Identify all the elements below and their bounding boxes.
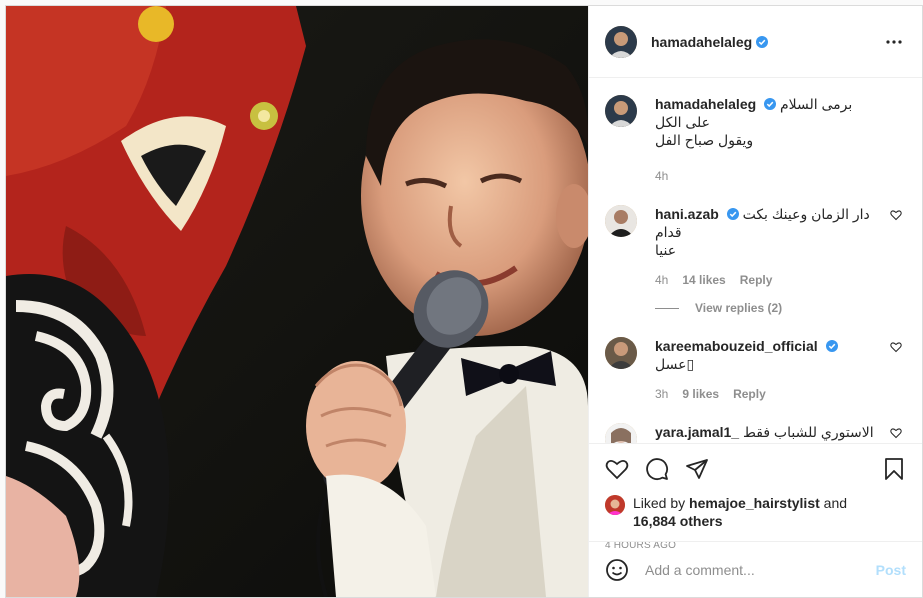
comment-likes[interactable]: 9 likes [682, 387, 719, 401]
more-options-icon[interactable] [882, 30, 906, 54]
avatar-image [605, 205, 637, 237]
likes-count[interactable]: 16,884 others [633, 513, 723, 529]
reply-button[interactable]: Reply [740, 273, 773, 287]
comment-text-line1: الاستوري للشباب فقط [742, 424, 874, 440]
caption-time[interactable]: 4h [655, 169, 668, 183]
avatar-image [605, 423, 637, 443]
like-heart-icon[interactable] [605, 457, 629, 481]
commenter-avatar[interactable] [605, 205, 637, 237]
reply-button[interactable]: Reply [733, 387, 766, 401]
verified-badge-icon [764, 98, 777, 110]
liked-by-connector: and [823, 495, 848, 511]
comment-item: hani.azab دار الزمان وعينك بكت قدام عنيا… [605, 205, 906, 287]
comment-likes[interactable]: 14 likes [682, 273, 725, 287]
view-replies-label: View replies (2) [695, 301, 783, 315]
caption-meta: 4h [655, 169, 878, 183]
post-window: hamadahelaleg hamadahelaleg برمى السلام … [5, 5, 923, 598]
emoji-placeholder-icon: ▯ [686, 356, 695, 372]
like-comment-heart-icon[interactable] [890, 209, 902, 221]
share-send-icon[interactable] [685, 457, 709, 481]
post-photo[interactable] [6, 6, 588, 597]
comment-username[interactable]: kareemabouzeid_official [655, 338, 818, 354]
comment-body: kareemabouzeid_official عسل▯ 3h 9 likes … [655, 337, 906, 401]
commenter-avatar[interactable] [605, 337, 637, 369]
comment-username[interactable]: yara.jamal1_ [655, 424, 739, 440]
caption-username[interactable]: hamadahelaleg [655, 96, 756, 112]
liked-by: Liked by hemajoe_hairstylist and 16,884 … [605, 494, 906, 530]
comment-body: hani.azab دار الزمان وعينك بكت قدام عنيا… [655, 205, 906, 287]
caption: hamadahelaleg برمى السلام على الكل ويقول… [605, 95, 906, 183]
like-comment-heart-icon[interactable] [890, 427, 902, 439]
avatar-image [605, 495, 625, 515]
comment-time[interactable]: 4h [655, 273, 668, 287]
commenter-avatar[interactable] [605, 423, 637, 443]
bookmark-save-icon[interactable] [882, 457, 906, 481]
post-actions: Liked by hemajoe_hairstylist and 16,884 … [589, 443, 922, 551]
comment-text-line2: عنيا [655, 242, 677, 258]
verified-badge-icon [756, 35, 769, 48]
avatar-image [605, 95, 637, 127]
post-header: hamadahelaleg [589, 6, 922, 78]
action-icons-row [605, 454, 906, 484]
like-comment-heart-icon[interactable] [890, 341, 902, 353]
emoji-smiley-icon[interactable] [605, 558, 629, 582]
caption-text-line2: ويقول صباح الفل [655, 132, 754, 148]
photo-artwork [6, 6, 588, 597]
liked-by-prefix: Liked by [633, 495, 686, 511]
comment-time[interactable]: 3h [655, 387, 668, 401]
author-username[interactable]: hamadahelaleg [651, 34, 752, 50]
post-comment-button[interactable]: Post [876, 562, 906, 578]
liked-by-text: Liked by hemajoe_hairstylist and 16,884 … [633, 494, 847, 530]
comment-bubble-icon[interactable] [645, 457, 669, 481]
author-avatar[interactable] [605, 25, 637, 58]
comment-meta: 3h 9 likes Reply [655, 387, 878, 401]
verified-badge-icon [726, 208, 739, 220]
post-side-panel: hamadahelaleg hamadahelaleg برمى السلام … [588, 6, 922, 597]
comment-body: yara.jamal1_ الاستوري للشباب فقط ▯▯ ▯▯ [655, 423, 906, 443]
liker-avatar[interactable] [605, 495, 625, 515]
comment-item: kareemabouzeid_official عسل▯ 3h 9 likes … [605, 337, 906, 401]
view-replies-button[interactable]: View replies (2) [655, 301, 906, 315]
comments-list[interactable]: hamadahelaleg برمى السلام على الكل ويقول… [589, 79, 922, 443]
comment-text-line1: عسل [655, 356, 687, 372]
comment-meta: 4h 14 likes Reply [655, 273, 878, 287]
avatar-image [605, 337, 637, 369]
caption-body: hamadahelaleg برمى السلام على الكل ويقول… [655, 95, 906, 183]
comment-item: yara.jamal1_ الاستوري للشباب فقط ▯▯ ▯▯ [605, 423, 906, 443]
comment-username[interactable]: hani.azab [655, 206, 719, 222]
avatar-image [605, 25, 637, 58]
replies-divider-line [655, 307, 679, 309]
add-comment-input[interactable] [645, 561, 876, 578]
add-comment-bar: Post [589, 541, 922, 597]
verified-badge-icon [825, 340, 838, 352]
caption-avatar[interactable] [605, 95, 637, 127]
liked-by-user[interactable]: hemajoe_hairstylist [689, 495, 820, 511]
